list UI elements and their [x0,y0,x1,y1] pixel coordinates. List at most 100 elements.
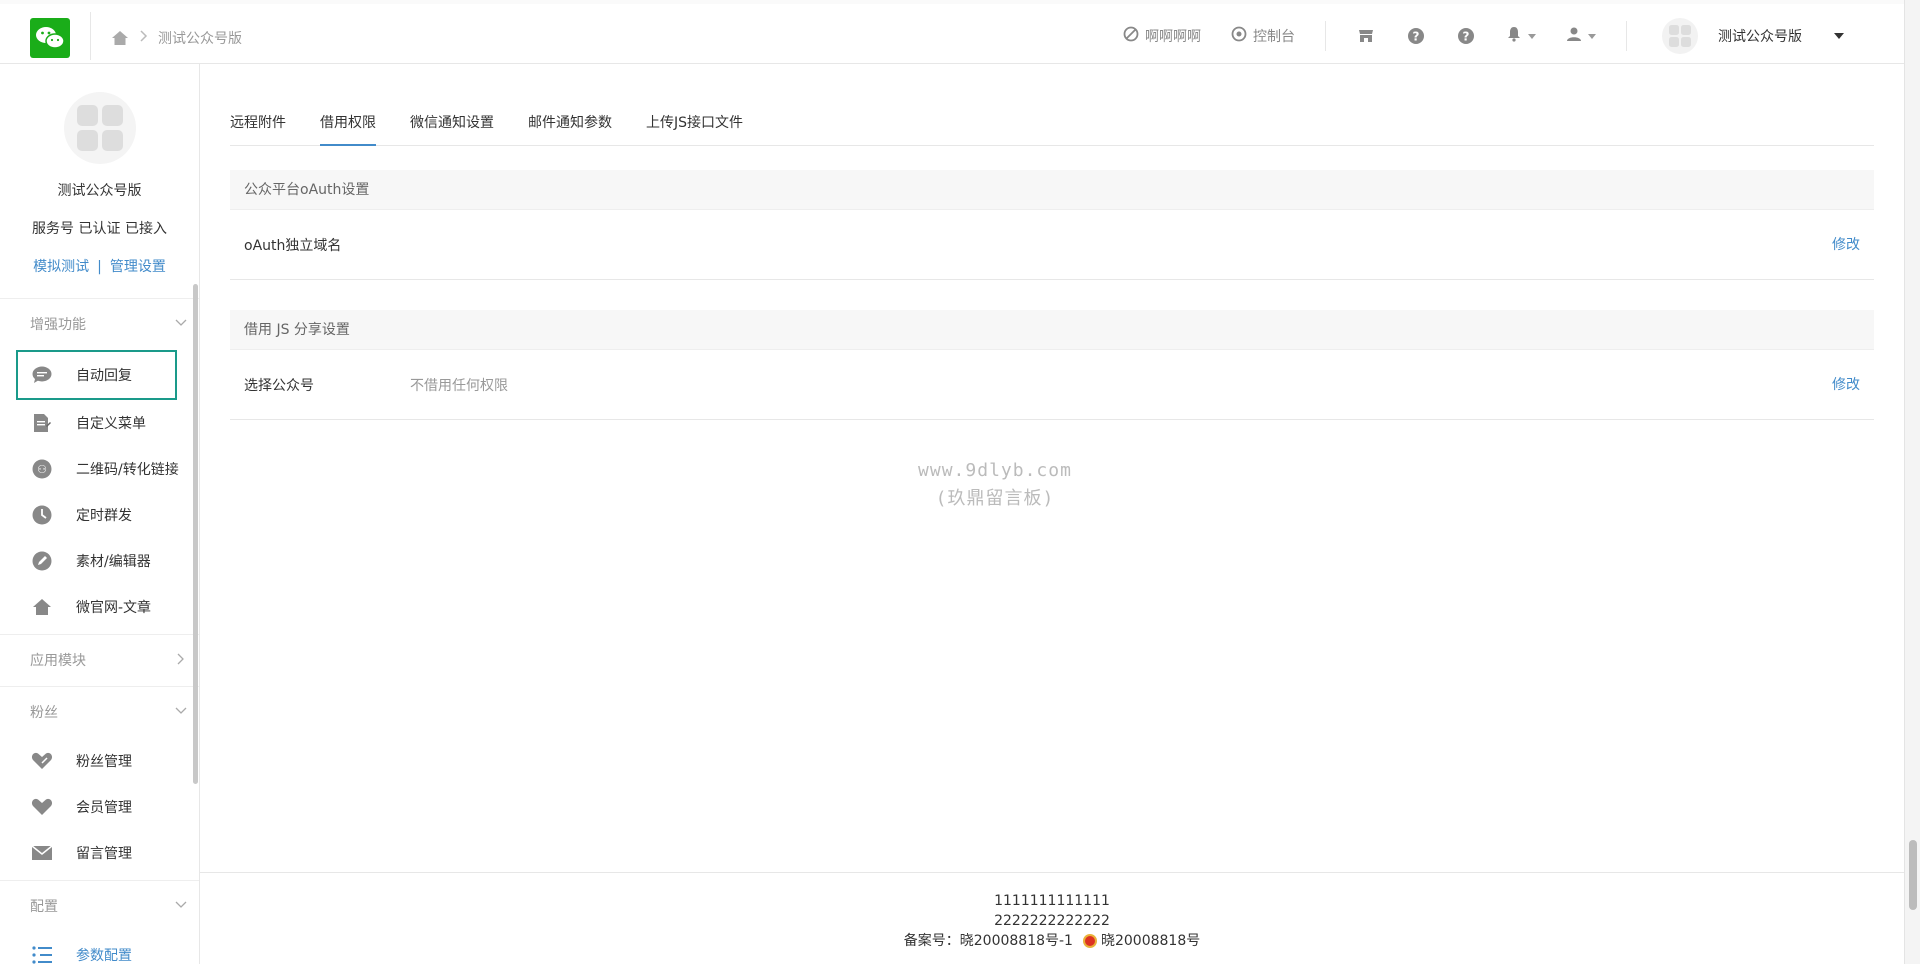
user-dropdown[interactable] [1566,26,1596,46]
manage-settings-link[interactable]: 管理设置 [110,259,166,275]
heart-icon [30,795,54,819]
group-label: 粉丝 [30,705,58,721]
sidebar-scrollbar[interactable] [193,284,198,784]
row-label: 选择公众号 [244,377,314,394]
sidebar-item-label: 参数配置 [76,948,132,964]
sidebar-item-auto-reply[interactable]: 自动回复 [16,350,177,400]
chat-bubble-icon [30,363,54,387]
profile-avatar [63,92,136,164]
sidebar-item-qrcode[interactable]: ⚇ 二维码/转化链接 [0,446,199,492]
profile-tags: 服务号 已认证 已接入 [32,221,167,237]
profile-name: 测试公众号版 [57,183,142,199]
account-avatar [1662,18,1698,54]
edit-link[interactable]: 修改 [1832,350,1860,420]
edit-doc-icon [30,411,54,435]
sidebar-item-label: 粉丝管理 [76,754,132,770]
sidebar-item-microsite[interactable]: 微官网-文章 [0,584,199,630]
sidebar-item-params[interactable]: 参数配置 [0,932,199,964]
aaaa-link[interactable]: 啊啊啊啊 [1123,26,1201,46]
logo-divider [90,12,91,60]
chevron-down-icon [175,299,187,351]
sidebar-item-label: 留言管理 [76,846,132,862]
aaaa-link-label: 啊啊啊啊 [1145,29,1201,45]
top-navbar: 测试公众号版 啊啊啊啊 控制台 ? ? 测试公众号版 [0,0,1904,64]
help-icon[interactable]: ? [1406,26,1426,46]
caret-down-icon [1528,33,1536,39]
dashboard-icon [1231,26,1247,46]
footer-line: 1111111111111 [994,893,1110,909]
bell-icon [1506,26,1522,46]
home-icon[interactable] [110,28,130,48]
breadcrumb-separator-icon [140,30,148,46]
caret-down-icon [1834,33,1844,39]
simulate-test-link[interactable]: 模拟测试 [33,259,89,275]
account-switcher[interactable]: 测试公众号版 [1627,4,1904,68]
caret-down-icon [1588,33,1596,39]
sidebar-item-label: 会员管理 [76,800,132,816]
footer-line: 2222222222222 [994,913,1110,929]
group-label: 配置 [30,899,58,915]
oauth-domain-row: oAuth独立域名 修改 [230,210,1874,280]
tab-wechat-notify[interactable]: 微信通知设置 [410,104,494,146]
panel-title: 借用 JS 分享设置 [230,310,1874,350]
sidebar-item-label: 自定义菜单 [76,416,146,432]
police-badge-icon [1082,934,1097,948]
settings-tabs: 远程附件 借用权限 微信通知设置 邮件通知参数 上传JS接口文件 [230,104,1874,146]
pencil-icon [30,549,54,573]
topbar-divider [1325,21,1326,51]
sidebar-item-label: 二维码/转化链接 [76,462,179,478]
sidebar-item-fans[interactable]: 粉丝管理 [0,738,199,784]
tab-upload-js[interactable]: 上传JS接口文件 [646,104,743,146]
beian-info: 备案号：晓20008818号-1 晓20008818号 [904,931,1200,951]
row-label: oAuth独立域名 [244,237,342,254]
ban-icon [1123,26,1139,46]
svg-text:?: ? [1413,30,1420,44]
breadcrumb-item[interactable]: 测试公众号版 [158,28,242,48]
scrollbar-thumb[interactable] [1909,840,1917,910]
sidebar: 测试公众号版 服务号 已认证 已接入 模拟测试 | 管理设置 增强功能 自动回复 自… [0,64,200,964]
profile-links: 模拟测试 | 管理设置 [0,256,199,276]
tab-borrow-permission[interactable]: 借用权限 [320,104,376,146]
sidebar-item-label: 定时群发 [76,508,132,524]
tab-remote-attachment[interactable]: 远程附件 [230,104,286,146]
home-icon [30,595,54,619]
row-value: 不借用任何权限 [410,377,508,394]
js-share-panel: 借用 JS 分享设置 选择公众号 不借用任何权限 修改 [230,310,1874,420]
watermark: www.9dlyb.com (玖鼎留言板) [860,457,1130,513]
sidebar-item-custom-menu[interactable]: 自定义菜单 [0,400,199,446]
edit-link[interactable]: 修改 [1832,210,1860,280]
sidebar-item-scheduled[interactable]: 定时群发 [0,492,199,538]
sidebar-item-material[interactable]: 素材/编辑器 [0,538,199,584]
page-scrollbar[interactable] [1904,0,1920,964]
console-link[interactable]: 控制台 [1231,26,1295,46]
police-beian-label: 晓20008818号 [1100,933,1201,949]
sidebar-item-label: 微官网-文章 [76,600,152,616]
police-beian[interactable]: 晓20008818号 [1082,931,1201,951]
tab-mail-notify[interactable]: 邮件通知参数 [528,104,612,146]
chevron-right-icon [175,635,187,687]
help-circle-icon[interactable]: ? [1456,26,1476,46]
clock-icon [30,503,54,527]
beian-link[interactable]: 备案号：晓20008818号-1 [904,931,1073,951]
account-name: 测试公众号版 [1718,29,1802,45]
footer: 1111111111111 2222222222222 备案号：晓2000881… [200,872,1904,964]
notifications-dropdown[interactable] [1506,26,1536,46]
account-profile: 测试公众号版 服务号 已认证 已接入 模拟测试 | 管理设置 [0,64,199,276]
watermark-line: (玖鼎留言板) [935,488,1055,509]
store-icon[interactable] [1356,26,1376,46]
link-divider: | [97,259,102,275]
sidebar-item-label: 素材/编辑器 [76,554,151,570]
list-icon [30,943,54,964]
group-apps[interactable]: 应用模块 [0,634,199,686]
group-config[interactable]: 配置 [0,880,199,932]
sidebar-item-label: 自动回复 [76,368,132,384]
group-fans[interactable]: 粉丝 [0,686,199,738]
sidebar-item-messages[interactable]: 留言管理 [0,830,199,876]
svg-text:?: ? [1463,30,1470,44]
console-link-label: 控制台 [1253,29,1295,45]
user-icon [1566,26,1582,46]
wechat-logo-icon[interactable] [30,18,70,58]
sidebar-item-members[interactable]: 会员管理 [0,784,199,830]
main-content: 远程附件 借用权限 微信通知设置 邮件通知参数 上传JS接口文件 公众平台oAu… [200,64,1904,964]
group-enhanced[interactable]: 增强功能 [0,298,199,350]
